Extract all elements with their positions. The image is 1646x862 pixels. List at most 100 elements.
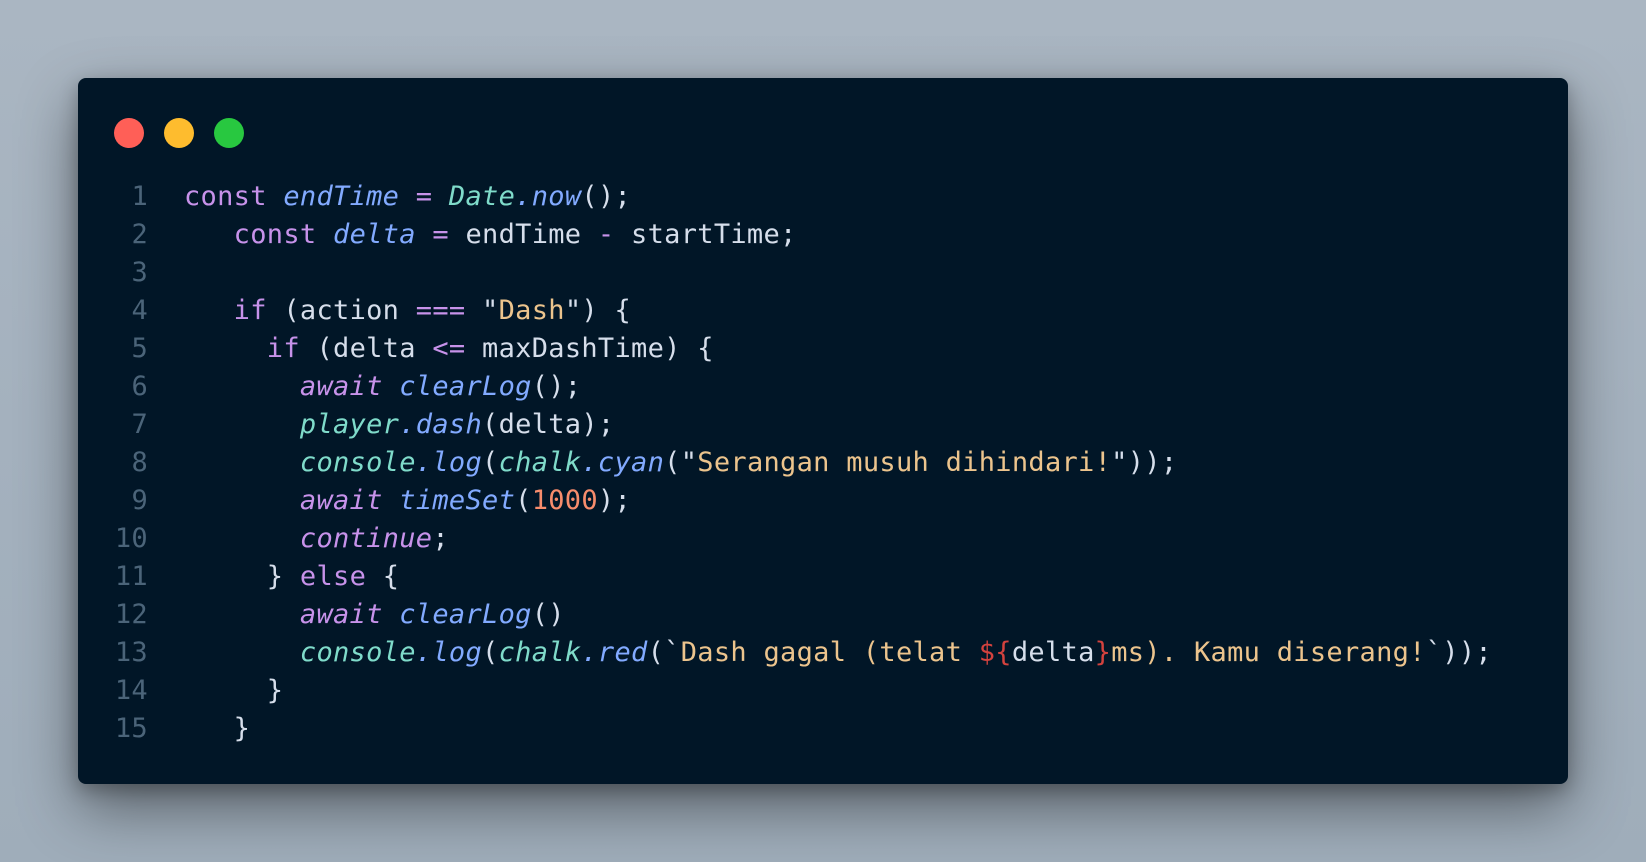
code-token-keyword: if (266, 333, 300, 364)
code-token-default: (action (266, 295, 416, 326)
code-token-default: ( (482, 637, 499, 668)
code-line: 6 await clearLog(); (78, 368, 1568, 406)
code-token-variable: . (415, 447, 433, 478)
line-number: 10 (114, 523, 148, 554)
code-token-class: player (299, 409, 400, 440)
code-token-number: 1000 (531, 485, 598, 516)
code-token-operator: === (415, 295, 466, 326)
close-button[interactable] (114, 118, 144, 148)
code-token-keyword: continue (299, 523, 433, 554)
code-token-variable: log (432, 637, 483, 668)
code-token-default: ")); (1111, 447, 1178, 478)
code-token-default: { (366, 561, 400, 592)
line-number: 5 (131, 333, 148, 364)
code-token-default (465, 295, 482, 326)
code-line: 5 if (delta <= maxDashTime) { (78, 330, 1568, 368)
code-token-variable: timeSet (399, 485, 516, 516)
line-content: await timeSet(1000); (148, 482, 631, 520)
code-token-default (383, 485, 400, 516)
code-line: 3 (78, 254, 1568, 292)
code-token-default: } (266, 561, 300, 592)
minimize-button[interactable] (164, 118, 194, 148)
code-token-keyword: await (299, 485, 383, 516)
line-number: 2 (131, 219, 148, 250)
code-token-default: " (482, 295, 499, 326)
code-token-operator: <= (432, 333, 466, 364)
code-token-variable: red (597, 637, 648, 668)
line-content: const delta = endTime - startTime; (148, 216, 797, 254)
code-token-class: Date (448, 181, 516, 212)
code-token-default: (" (664, 447, 698, 478)
code-token-default (383, 371, 400, 402)
line-number: 15 (114, 713, 148, 744)
code-token-variable: . (399, 409, 416, 440)
code-token-variable: log (432, 447, 483, 478)
code-token-string: ms). Kamu diserang! (1111, 637, 1426, 668)
code-token-default: ( (515, 485, 532, 516)
code-token-default: ( (482, 447, 499, 478)
code-token-variable: . (581, 637, 598, 668)
line-content: continue; (148, 520, 449, 558)
code-token-operator: = (415, 181, 433, 212)
code-token-string: Dash (498, 295, 565, 326)
code-token-default (416, 219, 433, 250)
code-token-variable: clearLog (399, 371, 532, 402)
code-line: 13 console.log(chalk.red(`Dash gagal (te… (78, 634, 1568, 672)
code-token-keyword: const (233, 219, 334, 250)
code-line: 12 await clearLog() (78, 596, 1568, 634)
line-number: 14 (114, 675, 148, 706)
code-token-class: console (299, 447, 416, 478)
code-line: 2 const delta = endTime - startTime; (78, 216, 1568, 254)
code-token-default (432, 181, 449, 212)
code-token-default: endTime (448, 219, 598, 250)
code-line: 7 player.dash(delta); (78, 406, 1568, 444)
line-number: 9 (131, 485, 148, 516)
code-token-keyword: await (299, 371, 383, 402)
code-token-variable: clearLog (399, 599, 532, 630)
line-content: } else { (148, 558, 399, 596)
code-line: 14 } (78, 672, 1568, 710)
maximize-button[interactable] (214, 118, 244, 148)
code-token-default: } (266, 675, 284, 706)
line-content: if (action === "Dash") { (148, 292, 631, 330)
line-content: if (delta <= maxDashTime) { (148, 330, 714, 368)
code-line: 9 await timeSet(1000); (78, 482, 1568, 520)
code-token-default: } (233, 713, 251, 744)
code-token-variable: cyan (597, 447, 665, 478)
line-content: } (148, 672, 283, 710)
code-token-variable: . (581, 447, 598, 478)
code-token-keyword: if (233, 295, 267, 326)
code-token-variable: . (415, 637, 433, 668)
code-token-variable: endTime (283, 181, 400, 212)
code-token-default: ); (597, 485, 632, 516)
line-content (148, 254, 184, 292)
code-token-default: () (531, 599, 565, 630)
code-token-default: maxDashTime) { (465, 333, 714, 364)
code-token-keyword: await (299, 599, 383, 630)
line-number: 12 (114, 599, 148, 630)
code-token-default: (); (531, 371, 582, 402)
code-token-default: (); (581, 181, 632, 212)
code-token-string: Dash gagal (telat (680, 637, 979, 668)
code-token-default: (delta (299, 333, 433, 364)
line-number: 8 (131, 447, 148, 478)
code-line: 11 } else { (78, 558, 1568, 596)
code-token-keyword: else (299, 561, 367, 592)
line-number: 11 (114, 561, 148, 592)
code-token-default: ; (432, 523, 449, 554)
line-content: await clearLog(); (148, 368, 581, 406)
line-content: await clearLog() (148, 596, 565, 634)
code-token-default: (delta); (482, 409, 615, 440)
line-number: 6 (131, 371, 148, 402)
code-window: 1 const endTime = Date.now(); 2 const delt… (78, 78, 1568, 784)
code-token-class: console (299, 637, 416, 668)
code-token-string: Serangan musuh dihindari! (697, 447, 1112, 478)
